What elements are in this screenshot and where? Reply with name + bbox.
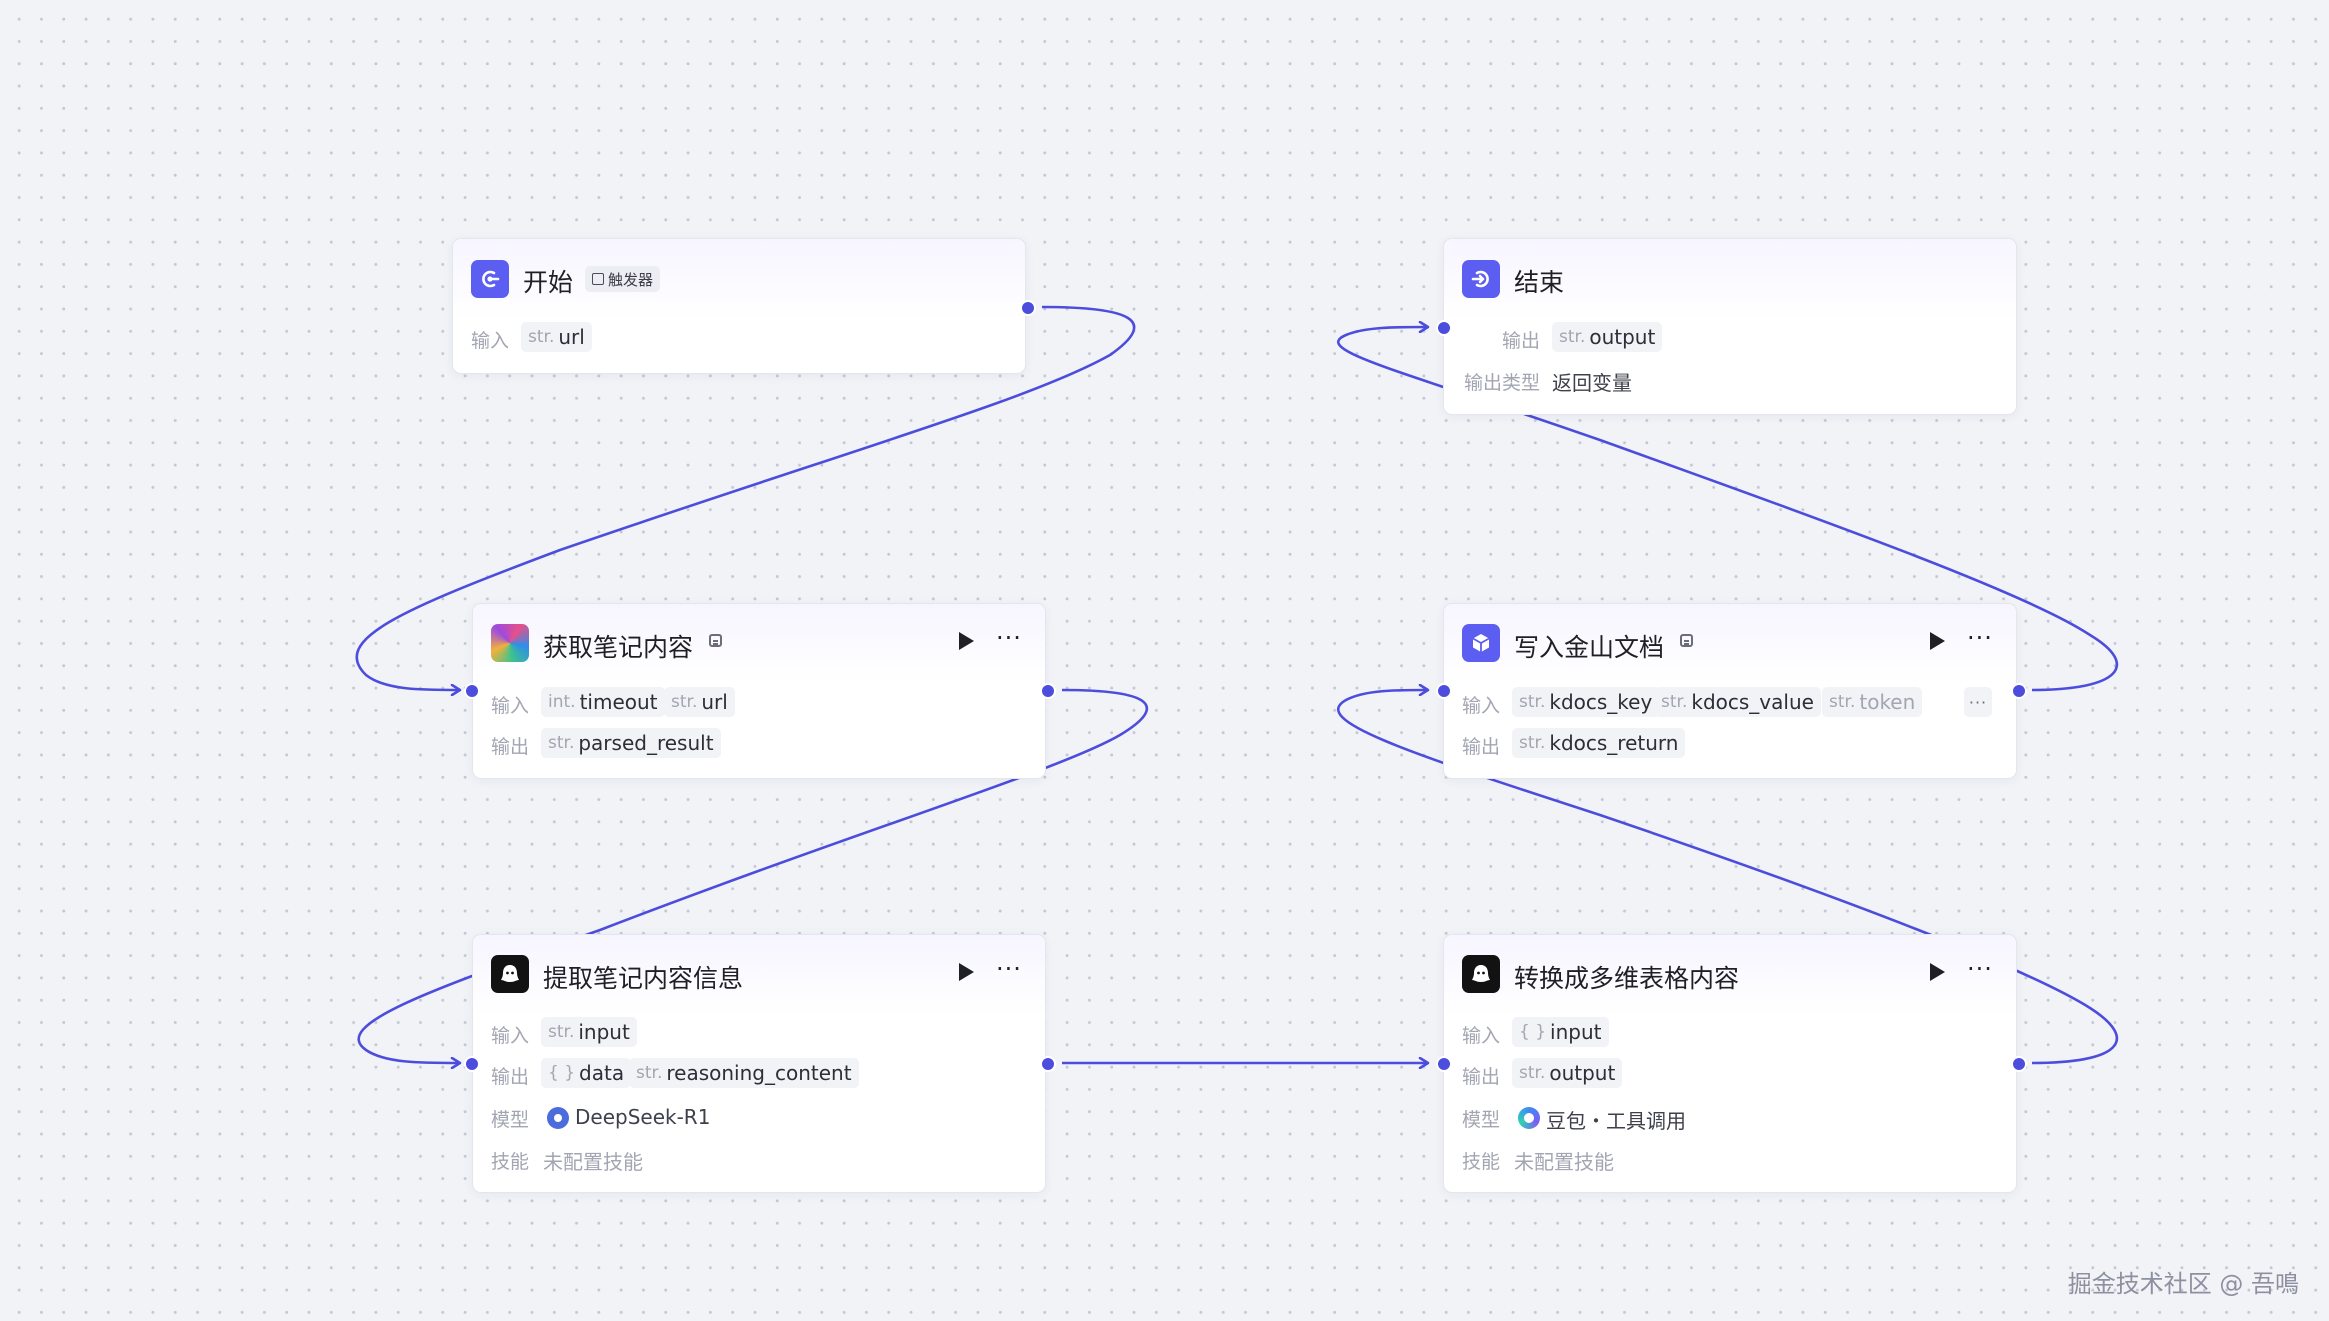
write-node[interactable]: 写入金山文档 ··· 输入 str. kdocs_key str. kdocs_va…	[1443, 603, 2017, 779]
output-label: 输出	[1502, 330, 1541, 352]
fetch-output-port[interactable]	[1040, 683, 1056, 699]
write-input-port[interactable]	[1436, 683, 1452, 699]
start-node[interactable]: 开始 触发器 输入 str. url	[452, 238, 1026, 374]
node-title: 转换成多维表格内容	[1514, 964, 1740, 993]
input-chip-input[interactable]: str. input	[541, 1017, 637, 1047]
input-chip-input[interactable]: { } input	[1512, 1017, 1609, 1047]
output-label: 输出	[1462, 1066, 1501, 1088]
workflow-canvas[interactable]: 开始 触发器 输入 str. url 结束 输出 str. output 输出类型 …	[0, 0, 2329, 1321]
run-button[interactable]	[959, 963, 974, 981]
input-label: 输入	[471, 330, 510, 352]
deepseek-icon	[547, 1107, 569, 1129]
model-value[interactable]: 豆包・工具调用	[1546, 1105, 1686, 1134]
model-label: 模型	[491, 1109, 530, 1131]
watermark: 掘金技术社区 @ 吾鳴	[2067, 1270, 2299, 1298]
convert-node[interactable]: 转换成多维表格内容 ··· 输入 { } input 输出 str. output …	[1443, 934, 2017, 1193]
fetch-node[interactable]: 获取笔记内容 ··· 输入 int. timeout str. url 输出 str…	[472, 603, 1046, 779]
input-chip-url[interactable]: str. url	[521, 322, 592, 352]
end-icon	[1462, 260, 1500, 298]
plugin-icon	[491, 624, 529, 662]
doubao-icon	[1518, 1107, 1540, 1129]
input-chip-kdocs-key[interactable]: str. kdocs_key	[1512, 687, 1660, 717]
run-button[interactable]	[1930, 963, 1945, 981]
more-menu-button[interactable]: ···	[996, 624, 1022, 652]
trigger-badge[interactable]: 触发器	[585, 266, 661, 292]
output-chip-output[interactable]: str. output	[1512, 1058, 1623, 1088]
input-label: 输入	[1462, 695, 1501, 717]
output-chip-reasoning-content[interactable]: str. reasoning_content	[629, 1058, 859, 1088]
run-button[interactable]	[959, 632, 974, 650]
skill-value[interactable]: 未配置技能	[1514, 1146, 1614, 1175]
write-output-port[interactable]	[2011, 683, 2027, 699]
output-chip-parsed-result[interactable]: str. parsed_result	[541, 728, 721, 758]
output-chip-data[interactable]: { } data	[541, 1058, 632, 1088]
model-label: 模型	[1462, 1109, 1501, 1131]
input-label: 输入	[1462, 1025, 1501, 1047]
output-label: 输出	[491, 1066, 530, 1088]
skill-label: 技能	[1462, 1151, 1501, 1173]
input-chip-kdocs-value[interactable]: str. kdocs_value	[1654, 687, 1821, 717]
output-label: 输出	[1462, 736, 1501, 758]
doc-icon[interactable]	[1680, 634, 1693, 647]
extract-node[interactable]: 提取笔记内容信息 ··· 输入 str. input 输出 { } data str…	[472, 934, 1046, 1193]
llm-icon	[1462, 955, 1500, 993]
node-title: 写入金山文档	[1514, 633, 1665, 662]
start-icon	[471, 260, 509, 298]
trigger-icon	[592, 273, 604, 285]
input-chip-url[interactable]: str. url	[664, 687, 735, 717]
output-chip-output[interactable]: str. output	[1552, 322, 1663, 352]
input-label: 输入	[491, 1025, 530, 1047]
node-title: 提取笔记内容信息	[543, 964, 744, 993]
input-chip-timeout[interactable]: int. timeout	[541, 687, 665, 717]
skill-value[interactable]: 未配置技能	[543, 1146, 643, 1175]
skill-label: 技能	[491, 1151, 530, 1173]
node-title: 结束	[1514, 268, 1565, 297]
fetch-input-port[interactable]	[464, 683, 480, 699]
extract-output-port[interactable]	[1040, 1056, 1056, 1072]
start-output-port[interactable]	[1020, 300, 1036, 316]
node-title: 获取笔记内容	[543, 633, 694, 662]
doc-icon[interactable]	[709, 634, 722, 647]
output-type-value[interactable]: 返回变量	[1552, 367, 1632, 396]
kdocs-icon	[1462, 624, 1500, 662]
input-chip-token[interactable]: str. token	[1822, 687, 1923, 717]
more-menu-button[interactable]: ···	[1967, 955, 1993, 983]
output-label: 输出	[491, 736, 530, 758]
more-menu-button[interactable]: ···	[996, 955, 1022, 983]
llm-icon	[491, 955, 529, 993]
output-chip-kdocs-return[interactable]: str. kdocs_return	[1512, 728, 1686, 758]
model-value[interactable]: DeepSeek-R1	[575, 1105, 710, 1129]
more-menu-button[interactable]: ···	[1967, 624, 1993, 652]
more-inputs-button[interactable]: ···	[1964, 687, 1992, 717]
end-input-port[interactable]	[1436, 320, 1452, 336]
convert-output-port[interactable]	[2011, 1056, 2027, 1072]
extract-input-port[interactable]	[464, 1056, 480, 1072]
trigger-badge-label: 触发器	[608, 270, 654, 289]
node-title: 开始	[523, 268, 574, 297]
convert-input-port[interactable]	[1436, 1056, 1452, 1072]
output-type-label: 输出类型	[1464, 372, 1541, 394]
run-button[interactable]	[1930, 632, 1945, 650]
input-label: 输入	[491, 695, 530, 717]
end-node[interactable]: 结束 输出 str. output 输出类型 返回变量	[1443, 238, 2017, 415]
